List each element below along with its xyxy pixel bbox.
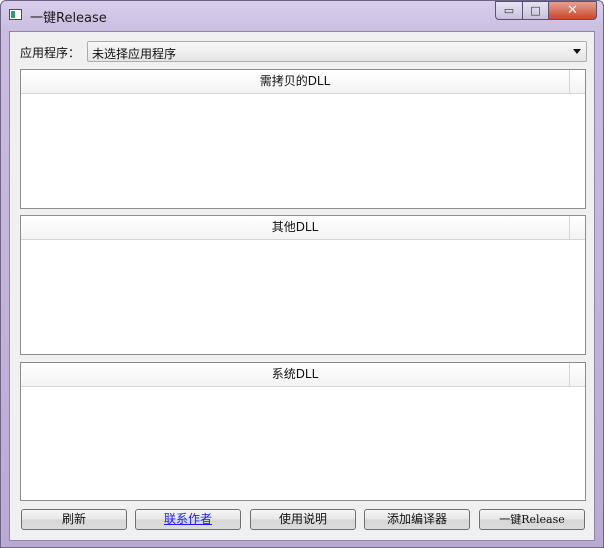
add-compiler-button[interactable]: 添加编译器 (364, 509, 470, 530)
help-button[interactable]: 使用说明 (250, 509, 356, 530)
other-dll-list[interactable]: 其他DLL (20, 215, 586, 355)
system-dll-header[interactable]: 系统DLL (21, 363, 569, 387)
header-filler (569, 363, 585, 387)
header-filler (569, 216, 585, 240)
chevron-down-icon[interactable] (573, 49, 581, 54)
window-controls: ▭ □ ✕ (495, 1, 597, 21)
maximize-icon: □ (530, 4, 541, 17)
app-selector-combobox[interactable]: 未选择应用程序 (87, 41, 587, 62)
copy-dll-header[interactable]: 需拷贝的DLL (21, 70, 569, 94)
window-title: 一键Release (30, 11, 107, 26)
close-button[interactable]: ✕ (548, 1, 597, 20)
app-selector-label: 应用程序： (20, 46, 81, 60)
minimize-button[interactable]: ▭ (495, 1, 522, 20)
app-icon (9, 9, 22, 20)
system-dll-list[interactable]: 系统DLL (20, 362, 586, 501)
close-icon: ✕ (567, 3, 578, 18)
one-click-release-button[interactable]: 一键Release (479, 509, 585, 530)
refresh-button[interactable]: 刷新 (21, 509, 127, 530)
copy-dll-list[interactable]: 需拷贝的DLL (20, 69, 586, 209)
app-selector-value: 未选择应用程序 (92, 47, 177, 61)
other-dll-header[interactable]: 其他DLL (21, 216, 569, 240)
contact-author-button[interactable]: 联系作者 (135, 509, 241, 530)
client-area: 应用程序： 未选择应用程序 需拷贝的DLL 其他DLL 系统DLL 刷新 联系作… (9, 31, 595, 541)
title-bar[interactable]: 一键Release ▭ □ ✕ (1, 1, 603, 31)
minimize-icon: ▭ (503, 4, 515, 17)
maximize-button[interactable]: □ (522, 1, 548, 20)
main-window: 一键Release ▭ □ ✕ 应用程序： 未选择应用程序 需拷贝的DLL 其他… (0, 0, 604, 548)
header-filler (569, 70, 585, 94)
